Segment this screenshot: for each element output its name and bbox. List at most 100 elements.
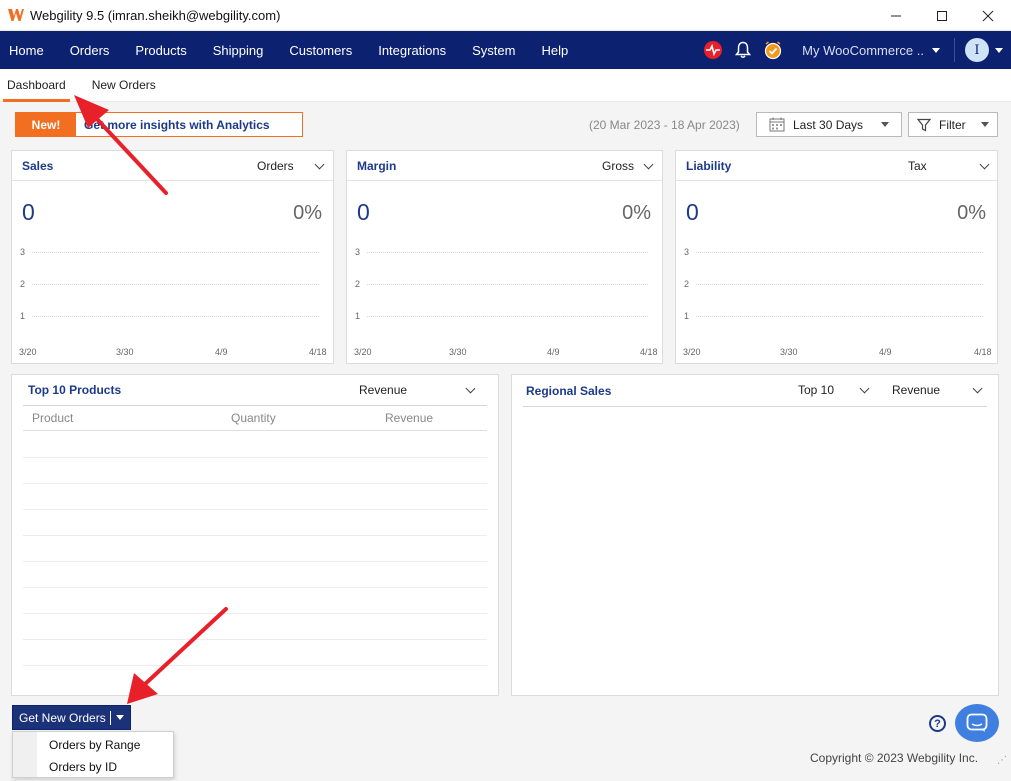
regional-sales-title: Regional Sales bbox=[526, 383, 612, 398]
analytics-promo[interactable]: New! Get more insights with Analytics bbox=[15, 112, 303, 137]
regional-sales-card: Regional Sales Top 10 Revenue bbox=[511, 374, 999, 696]
activity-pulse-icon[interactable] bbox=[702, 39, 724, 61]
nav-customers[interactable]: Customers bbox=[276, 31, 365, 69]
x-tick: 4/9 bbox=[879, 347, 892, 357]
caret-down-icon bbox=[981, 122, 989, 127]
promo-link[interactable]: Get more insights with Analytics bbox=[76, 113, 302, 136]
nav-home[interactable]: Home bbox=[0, 31, 57, 69]
chat-bubble-icon bbox=[966, 713, 988, 732]
table-row bbox=[23, 614, 487, 640]
y-tick: 2 bbox=[355, 279, 361, 289]
nav-integrations[interactable]: Integrations bbox=[365, 31, 459, 69]
chevron-down-icon[interactable] bbox=[859, 383, 870, 394]
notification-bell-icon[interactable] bbox=[732, 39, 754, 61]
period-dropdown[interactable]: Last 30 Days bbox=[756, 112, 902, 137]
tab-new-orders[interactable]: New Orders bbox=[85, 69, 163, 102]
table-row bbox=[23, 640, 487, 666]
nav-divider bbox=[954, 38, 955, 62]
maximize-button[interactable] bbox=[919, 0, 965, 31]
caret-down-icon bbox=[932, 47, 940, 53]
tab-bar: Dashboard New Orders bbox=[0, 69, 1011, 102]
col-quantity[interactable]: Quantity bbox=[231, 411, 276, 425]
menu-item-orders-by-id[interactable]: Orders by ID bbox=[49, 760, 117, 774]
date-range-label: (20 Mar 2023 - 18 Apr 2023) bbox=[589, 118, 740, 132]
filter-funnel-icon bbox=[917, 118, 931, 131]
col-revenue[interactable]: Revenue bbox=[385, 411, 433, 425]
nav-help[interactable]: Help bbox=[528, 31, 581, 69]
sales-value: 0 bbox=[22, 199, 35, 225]
margin-metric-select[interactable]: Gross bbox=[602, 159, 634, 173]
maximize-icon bbox=[937, 10, 947, 21]
y-tick: 2 bbox=[20, 279, 26, 289]
table-row bbox=[23, 432, 487, 458]
sales-percent: 0% bbox=[293, 202, 322, 224]
chevron-down-icon[interactable] bbox=[979, 159, 990, 170]
chat-support-button[interactable] bbox=[955, 704, 999, 742]
tab-dashboard[interactable]: Dashboard bbox=[0, 69, 73, 102]
regional-count-select[interactable]: Top 10 bbox=[798, 383, 834, 397]
filter-label: Filter bbox=[939, 117, 966, 132]
user-menu-caret-icon[interactable] bbox=[995, 47, 1003, 53]
window-title: Webgility 9.5 (imran.sheikh@webgility.co… bbox=[30, 7, 281, 23]
nav-shipping[interactable]: Shipping bbox=[200, 31, 277, 69]
avatar[interactable]: I bbox=[965, 38, 989, 62]
filter-dropdown[interactable]: Filter bbox=[908, 112, 998, 137]
x-tick: 3/30 bbox=[780, 347, 798, 357]
minimize-icon bbox=[891, 15, 901, 16]
copyright-text: Copyright © 2023 Webgility Inc. bbox=[810, 751, 979, 765]
sync-alarm-icon[interactable] bbox=[762, 39, 784, 61]
x-tick: 4/9 bbox=[547, 347, 560, 357]
x-tick: 4/18 bbox=[309, 347, 327, 357]
liability-metric-select[interactable]: Tax bbox=[908, 159, 927, 173]
top-products-title: Top 10 Products bbox=[28, 383, 122, 397]
y-tick: 2 bbox=[684, 279, 690, 289]
margin-percent: 0% bbox=[622, 202, 651, 224]
chevron-down-icon[interactable] bbox=[314, 159, 325, 170]
y-tick: 1 bbox=[20, 311, 26, 321]
title-bar: Webgility 9.5 (imran.sheikh@webgility.co… bbox=[0, 0, 1011, 31]
y-tick: 1 bbox=[684, 311, 690, 321]
col-product[interactable]: Product bbox=[32, 411, 73, 425]
store-selector[interactable]: My WooCommerce .. bbox=[802, 43, 940, 58]
y-tick: 3 bbox=[355, 247, 361, 257]
get-orders-menu: Orders by Range Orders by ID bbox=[12, 731, 174, 778]
margin-value: 0 bbox=[357, 199, 370, 225]
main-nav: Home Orders Products Shipping Customers … bbox=[0, 31, 1011, 69]
regional-metric-select[interactable]: Revenue bbox=[892, 383, 940, 397]
minimize-button[interactable] bbox=[873, 0, 919, 31]
caret-down-icon bbox=[881, 122, 889, 127]
nav-orders[interactable]: Orders bbox=[57, 31, 123, 69]
get-orders-caret-icon[interactable] bbox=[111, 715, 130, 720]
top-products-metric-select[interactable]: Revenue bbox=[359, 383, 407, 397]
menu-gutter bbox=[13, 732, 37, 777]
x-tick: 4/18 bbox=[974, 347, 992, 357]
get-new-orders-button[interactable]: Get New Orders bbox=[12, 705, 131, 730]
chevron-down-icon[interactable] bbox=[643, 159, 654, 170]
liability-title: Liability bbox=[686, 158, 732, 173]
store-name: My WooCommerce .. bbox=[802, 42, 924, 58]
help-icon[interactable]: ? bbox=[929, 715, 946, 732]
liability-card: Liability Tax 0 0% 3 2 1 3/20 3/30 4/9 4… bbox=[675, 150, 998, 364]
sales-card: Sales Orders 0 0% 3 2 1 3/20 3/30 4/9 4/… bbox=[11, 150, 334, 364]
resize-grip-icon[interactable]: ⋰ bbox=[997, 755, 1007, 766]
margin-card: Margin Gross 0 0% 3 2 1 3/20 3/30 4/9 4/… bbox=[346, 150, 663, 364]
top-products-card: Top 10 Products Revenue Product Quantity… bbox=[11, 374, 499, 696]
chevron-down-icon[interactable] bbox=[465, 383, 476, 394]
y-tick: 3 bbox=[20, 247, 26, 257]
nav-system[interactable]: System bbox=[459, 31, 528, 69]
x-tick: 3/30 bbox=[116, 347, 134, 357]
get-new-orders-label[interactable]: Get New Orders bbox=[13, 711, 110, 725]
x-tick: 3/20 bbox=[354, 347, 372, 357]
nav-products[interactable]: Products bbox=[122, 31, 199, 69]
x-tick: 3/20 bbox=[19, 347, 37, 357]
menu-item-orders-by-range[interactable]: Orders by Range bbox=[49, 738, 140, 752]
liability-value: 0 bbox=[686, 199, 699, 225]
liability-percent: 0% bbox=[957, 202, 986, 224]
products-table-header: Product Quantity Revenue bbox=[23, 405, 487, 431]
sales-metric-select[interactable]: Orders bbox=[257, 159, 294, 173]
chevron-down-icon[interactable] bbox=[972, 383, 983, 394]
x-tick: 4/18 bbox=[640, 347, 658, 357]
close-window-button[interactable] bbox=[965, 0, 1011, 31]
sales-title: Sales bbox=[22, 158, 54, 173]
webgility-logo-icon bbox=[7, 6, 25, 24]
